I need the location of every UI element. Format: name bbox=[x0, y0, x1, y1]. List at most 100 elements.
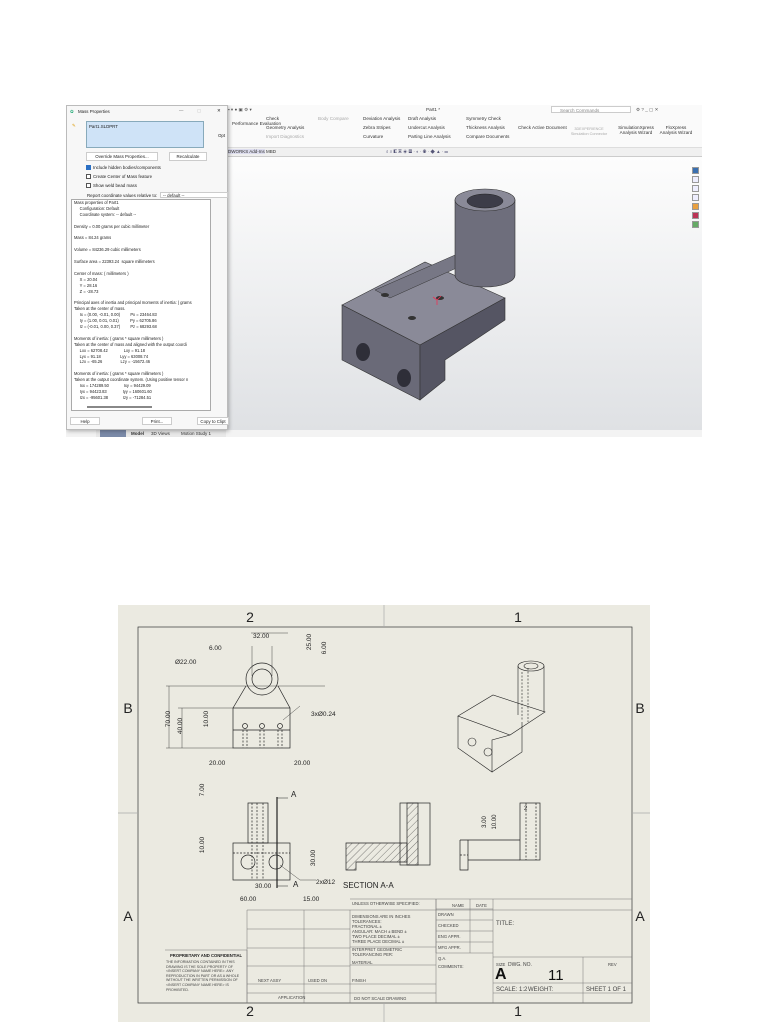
svg-text:32.00: 32.00 bbox=[253, 633, 270, 640]
proprietary-line: THE INFORMATION CONTAINED IN THIS bbox=[166, 960, 235, 964]
thickness-analysis-button[interactable]: Thickness Analysis bbox=[466, 125, 505, 130]
svg-text:7.00: 7.00 bbox=[199, 783, 206, 796]
selection-icon: ✎ bbox=[72, 123, 76, 128]
zebra-stripes-button[interactable]: Zebra Stripes bbox=[363, 125, 391, 130]
svg-text:15.00: 15.00 bbox=[303, 896, 320, 903]
zone-a-left: A bbox=[123, 908, 133, 924]
window-title: Part1 * bbox=[426, 107, 441, 112]
svg-text:20.00: 20.00 bbox=[209, 760, 226, 767]
tab-motion-study[interactable]: Motion Study 1 bbox=[181, 431, 211, 436]
tab-model[interactable]: Model bbox=[131, 431, 144, 436]
zone-a-right: A bbox=[635, 908, 645, 924]
draft-analysis-button[interactable]: Draft Analysis bbox=[408, 116, 436, 121]
zone-2-bottom: 2 bbox=[246, 1003, 254, 1019]
tb-title: TITLE: bbox=[496, 921, 515, 927]
svg-text:2: 2 bbox=[524, 806, 528, 812]
svg-text:10.00: 10.00 bbox=[203, 710, 210, 727]
geometry-analysis-button[interactable]: Geometry Analysis bbox=[266, 125, 304, 130]
zone-2-top: 2 bbox=[246, 609, 254, 625]
engineering-drawing: 2 1 2 1 B B A A 32.00 6.00 Ø22.00 25.00 … bbox=[118, 605, 650, 1022]
front-view-dims: 32.00 6.00 Ø22.00 25.00 6.00 70.00 40.00… bbox=[165, 633, 336, 767]
proprietary-line: PROHIBITED. bbox=[166, 987, 189, 992]
compare-documents-button[interactable]: Compare Documents bbox=[466, 134, 509, 139]
tab-blank[interactable] bbox=[100, 430, 126, 437]
front-view bbox=[166, 632, 325, 749]
svg-text:2xØ12: 2xØ12 bbox=[316, 879, 336, 886]
maximize-button[interactable]: ▢ bbox=[197, 108, 201, 114]
solidworks-screenshot: ▪ ▾ ● ▣ ⚙ ▾ Part1 * Search Commands ⚙ ? … bbox=[66, 105, 702, 437]
copy-to-clipboard-button[interactable]: Copy to Clipt bbox=[197, 417, 229, 425]
svg-text:6.00: 6.00 bbox=[321, 641, 328, 654]
curvature-button[interactable]: Curvature bbox=[363, 134, 383, 139]
show-weld-checkbox[interactable] bbox=[86, 183, 91, 188]
check-button[interactable]: Check bbox=[266, 116, 279, 121]
isometric-view bbox=[457, 660, 546, 773]
bottom-tabs: Model 3D Views Motion Study 1 bbox=[96, 430, 226, 437]
proprietary-text: THE INFORMATION CONTAINED IN THIS DRAWING… bbox=[166, 960, 239, 992]
tb-size: A bbox=[495, 966, 507, 983]
simulation-connector-button[interactable]: 3DEXPERIENCE Simulation Connector bbox=[569, 127, 609, 137]
tab-addins[interactable]: DWORKS Add-Ins bbox=[228, 149, 265, 154]
help-button[interactable]: Help bbox=[70, 417, 100, 425]
dialog-icon: ✿ bbox=[70, 109, 74, 114]
options-button[interactable]: Opt bbox=[218, 133, 225, 138]
include-hidden-checkbox[interactable] bbox=[86, 165, 91, 170]
zone-b-right: B bbox=[635, 700, 644, 716]
svg-text:10.00: 10.00 bbox=[199, 836, 206, 853]
zone-1-bottom: 1 bbox=[514, 1003, 522, 1019]
selected-items-list[interactable]: Part1.SLDPRT bbox=[86, 121, 204, 148]
tab-mbd[interactable]: MBD bbox=[266, 149, 276, 154]
coordinate-system-select[interactable]: -- default -- bbox=[160, 192, 228, 198]
create-com-checkbox[interactable] bbox=[86, 174, 91, 179]
tb-name: NAME bbox=[452, 903, 465, 908]
horizontal-scrollbar[interactable] bbox=[87, 406, 152, 408]
svg-text:30.00: 30.00 bbox=[310, 849, 317, 866]
quick-access-icons[interactable]: ▪ ▾ ● ▣ ⚙ ▾ bbox=[228, 107, 252, 113]
svg-text:10.00: 10.00 bbox=[492, 814, 498, 830]
check-active-document-button[interactable]: Check Active Document bbox=[518, 125, 567, 130]
tab-3d-views[interactable]: 3D Views bbox=[151, 431, 170, 436]
section-view bbox=[345, 802, 431, 871]
graphics-area[interactable] bbox=[226, 157, 702, 430]
import-diagnostics-button[interactable]: Import Diagnostics bbox=[266, 134, 304, 139]
mass-properties-dialog: ✿ Mass Properties — ▢ ✕ ✎ Part1.SLDPRT O… bbox=[66, 105, 229, 430]
symmetry-check-button[interactable]: Symmetry Check bbox=[466, 116, 501, 121]
tb-date: DATE bbox=[476, 903, 487, 908]
section-marker-bottom: A bbox=[293, 880, 299, 889]
close-button[interactable]: ✕ bbox=[217, 108, 221, 114]
recalculate-button[interactable]: Recalculate bbox=[169, 152, 207, 161]
svg-text:60.00: 60.00 bbox=[240, 896, 257, 903]
override-mass-properties-button[interactable]: Override Mass Properties... bbox=[86, 152, 158, 161]
svg-text:20.00: 20.00 bbox=[294, 760, 311, 767]
undercut-analysis-button[interactable]: Undercut Analysis bbox=[408, 125, 445, 130]
ribbon-toolbar: ▪ ▾ ● ▣ ⚙ ▾ Part1 * Search Commands ⚙ ? … bbox=[226, 105, 702, 148]
svg-text:70.00: 70.00 bbox=[165, 710, 172, 727]
simulationxpress-button[interactable]: SimulationXpress Analysis Wizard bbox=[616, 125, 656, 135]
print-button[interactable]: Print... bbox=[142, 417, 172, 425]
floxpress-button[interactable]: FloXpress Analysis Wizard bbox=[658, 125, 694, 135]
zone-b-left: B bbox=[123, 700, 132, 716]
side-view bbox=[232, 797, 316, 888]
section-marker-top: A bbox=[291, 790, 297, 799]
proprietary-line: <INSERT COMPANY NAME HERE> IS bbox=[166, 982, 229, 987]
window-controls[interactable]: ⚙ ? _ ▢ ✕ bbox=[636, 107, 659, 113]
dialog-title: Mass Properties bbox=[78, 109, 110, 114]
parting-line-analysis-button[interactable]: Parting Line Analysis bbox=[408, 134, 451, 139]
svg-text:40.00: 40.00 bbox=[177, 717, 184, 734]
body-compare-button[interactable]: Body Compare bbox=[318, 116, 349, 121]
minimize-button[interactable]: — bbox=[179, 108, 183, 113]
deviation-analysis-button[interactable]: Deviation Analysis bbox=[363, 116, 400, 121]
tb-dwg-no: 11 bbox=[548, 967, 564, 984]
tb-unless: UNLESS OTHERWISE SPECIFIED: bbox=[352, 901, 420, 906]
svg-text:6.00: 6.00 bbox=[209, 645, 222, 652]
svg-text:3xØ0.24: 3xØ0.24 bbox=[311, 711, 336, 718]
result-line: Izx = -95601.38 Izy = -71284.51 bbox=[74, 394, 152, 400]
right-view bbox=[459, 802, 541, 871]
svg-text:25.00: 25.00 bbox=[306, 633, 313, 650]
mass-results-text[interactable]: Mass properties of Part1 Configuration: … bbox=[71, 199, 211, 411]
svg-text:Ø22.00: Ø22.00 bbox=[175, 659, 197, 666]
view-heads-up-toolbar[interactable]: ⌕ ⌕ ◧ ▣ ◈ ▦ · ◐ · ◉ · ◆ ▲ · ▭ bbox=[386, 149, 448, 154]
search-commands-input[interactable]: Search Commands bbox=[551, 106, 631, 113]
part-3d-model[interactable] bbox=[226, 157, 702, 430]
svg-text:3.00: 3.00 bbox=[482, 816, 488, 828]
